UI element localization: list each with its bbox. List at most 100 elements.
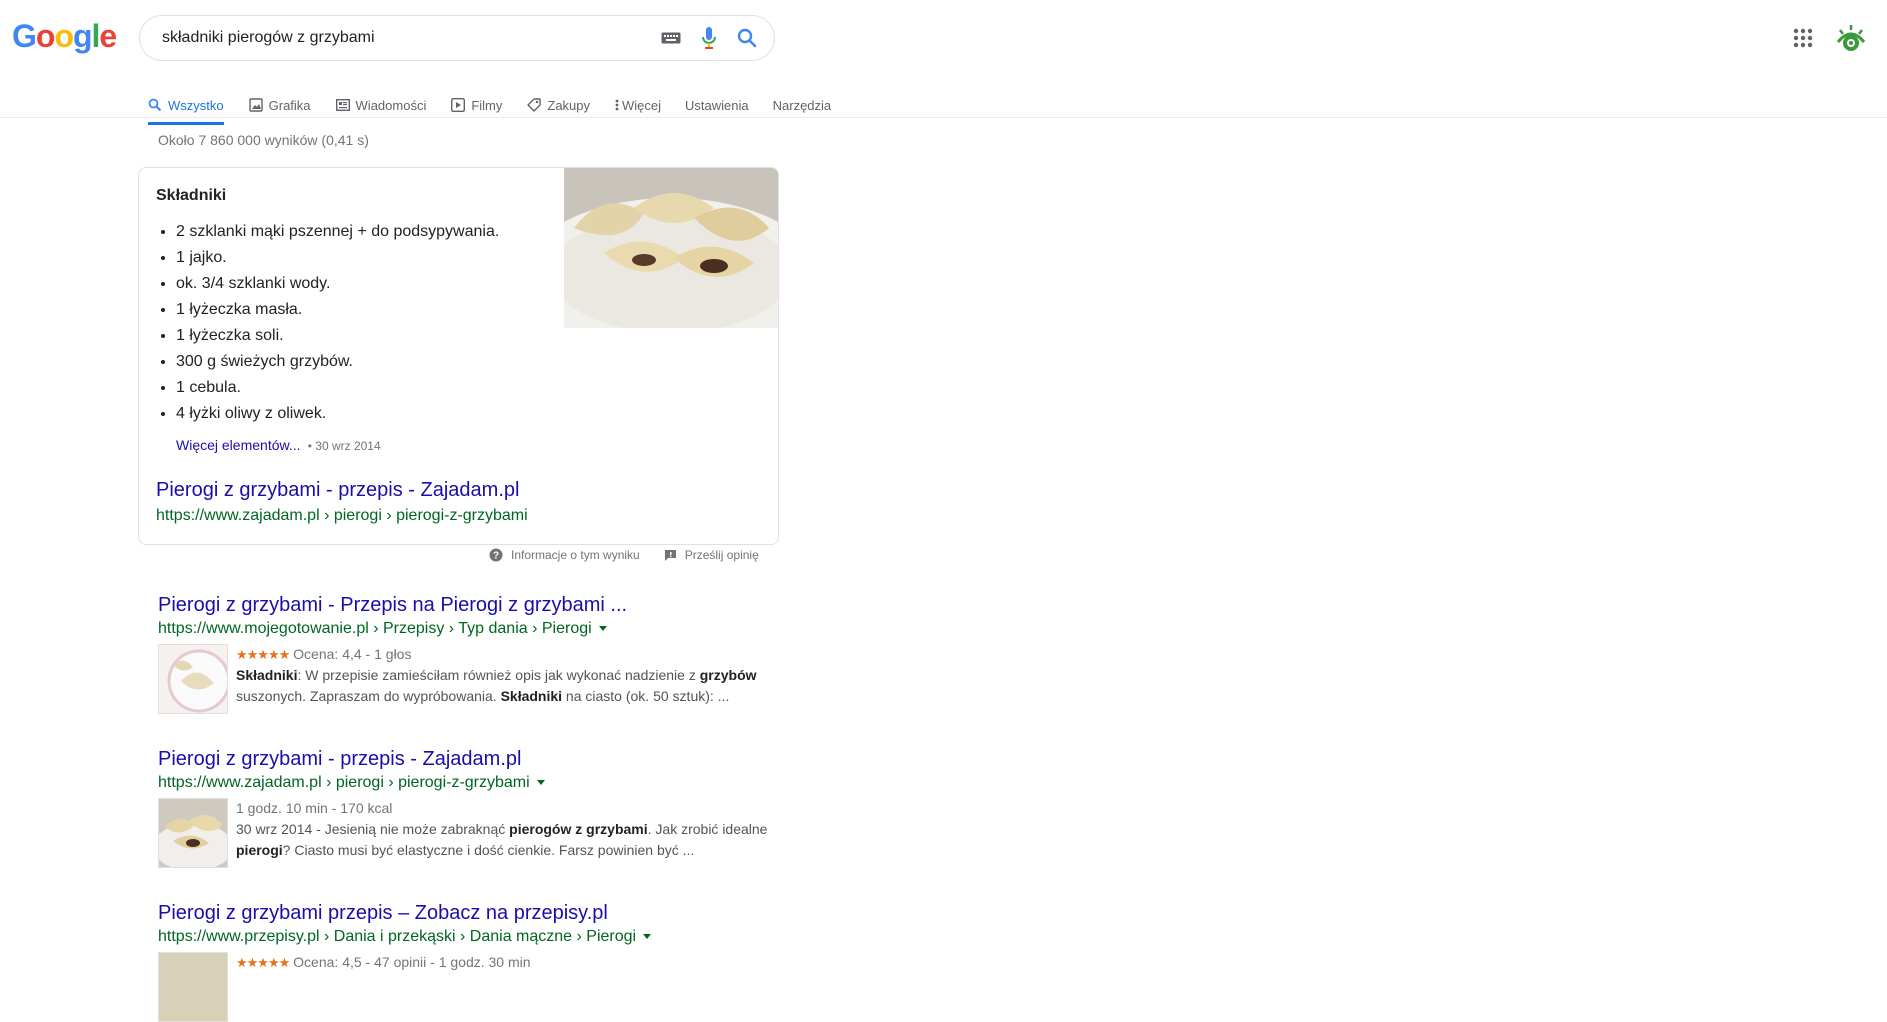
featured-result-url: https://www.zajadam.pl › pierogi › piero… bbox=[156, 507, 528, 524]
featured-title: Składniki bbox=[156, 187, 227, 204]
result-text: 1 godz. 10 min - 170 kcal 30 wrz 2014 - … bbox=[236, 798, 768, 868]
account-avatar[interactable] bbox=[1834, 22, 1868, 56]
svg-text:?: ? bbox=[493, 551, 499, 562]
snippet-bold: Składniki bbox=[500, 688, 563, 704]
result-stats: Około 7 860 000 wyników (0,41 s) bbox=[158, 132, 369, 148]
tab-settings[interactable]: Ustawienia bbox=[685, 86, 749, 124]
microphone-icon[interactable] bbox=[690, 19, 728, 57]
tab-label: Wiadomości bbox=[355, 97, 427, 113]
tab-label: Zakupy bbox=[547, 97, 591, 113]
rating-stars-icon: ★★★★★ bbox=[236, 647, 290, 662]
about-result-button[interactable]: ? Informacje o tym wyniku bbox=[489, 548, 640, 562]
result-url: https://www.zajadam.pl › pierogi › piero… bbox=[158, 772, 768, 794]
tab-tools[interactable]: Narzędzia bbox=[773, 86, 832, 124]
tab-label: Ustawienia bbox=[685, 97, 749, 113]
result-thumbnail[interactable] bbox=[158, 952, 228, 1022]
search-icon[interactable] bbox=[728, 19, 766, 57]
tab-label: Grafika bbox=[268, 97, 311, 113]
rating-text: Ocena: 4,5 - 47 opinii - 1 godz. 30 min bbox=[293, 954, 531, 970]
result-title-link[interactable]: Pierogi z grzybami przepis – Zobacz na p… bbox=[158, 900, 768, 926]
ingredients-list: 2 szklanki mąki pszennej + do podsypywan… bbox=[156, 219, 499, 427]
list-item: 1 cebula. bbox=[176, 375, 499, 401]
image-icon bbox=[248, 98, 263, 112]
snippet-text: . Jak zrobić idealne bbox=[647, 821, 768, 837]
result-text: ★★★★★ Ocena: 4,4 - 1 głos Składniki: W p… bbox=[236, 644, 768, 714]
news-icon bbox=[335, 99, 350, 111]
list-item: 2 szklanki mąki pszennej + do podsypywan… bbox=[176, 219, 499, 245]
search-input[interactable] bbox=[160, 28, 652, 48]
result-thumbnail[interactable] bbox=[158, 644, 231, 714]
logo-letter: e bbox=[99, 18, 117, 54]
result-text: ★★★★★ Ocena: 4,5 - 47 opinii - 1 godz. 3… bbox=[236, 952, 531, 1022]
logo-letter: o bbox=[35, 18, 56, 54]
tab-shopping[interactable]: Zakupy bbox=[527, 86, 590, 124]
keyboard-icon[interactable] bbox=[652, 19, 690, 57]
snippet-text: ? Ciasto musi być elastyczne i dość cien… bbox=[282, 842, 695, 858]
result-url-text: https://www.mojegotowanie.pl › Przepisy … bbox=[158, 620, 592, 637]
tab-label: Wszystko bbox=[168, 97, 224, 113]
result-url: https://www.mojegotowanie.pl › Przepisy … bbox=[158, 618, 768, 640]
tab-label: Narzędzia bbox=[772, 97, 832, 113]
dropdown-caret-icon[interactable] bbox=[643, 934, 652, 940]
list-item: 4 łyżki oliwy z oliwek. bbox=[176, 401, 499, 427]
featured-result-link[interactable]: Pierogi z grzybami - przepis - Zajadam.p… bbox=[156, 479, 519, 502]
search-result: Pierogi z grzybami przepis – Zobacz na p… bbox=[158, 900, 768, 1022]
logo-letter: g bbox=[72, 18, 93, 54]
logo-letter: G bbox=[12, 18, 37, 54]
result-body: 1 godz. 10 min - 170 kcal 30 wrz 2014 - … bbox=[153, 798, 768, 871]
search-result: Pierogi z grzybami - Przepis na Pierogi … bbox=[158, 592, 768, 714]
featured-date: 30 wrz 2014 bbox=[315, 439, 381, 453]
tab-label: Filmy bbox=[471, 97, 503, 113]
send-feedback-button[interactable]: Prześlij opinię bbox=[664, 548, 759, 562]
snippet-bold: pierogi bbox=[236, 842, 283, 858]
about-result-label: Informacje o tym wyniku bbox=[511, 548, 640, 562]
featured-date-row: • 30 wrz 2014 bbox=[304, 439, 381, 453]
google-logo[interactable]: Google bbox=[12, 18, 117, 55]
list-item: 1 łyżeczka masła. bbox=[176, 297, 499, 323]
result-url-text: https://www.przepisy.pl › Dania i przeką… bbox=[158, 928, 637, 945]
more-items-link[interactable]: Więcej elementów... bbox=[176, 437, 301, 453]
feedback-icon bbox=[664, 549, 676, 561]
result-title-link[interactable]: Pierogi z grzybami - Przepis na Pierogi … bbox=[158, 592, 768, 618]
result-snippet: 30 wrz 2014 - Jesienią nie może zabrakną… bbox=[236, 819, 768, 861]
list-item: 300 g świeżych grzybów. bbox=[176, 349, 499, 375]
pierogi-image[interactable] bbox=[521, 168, 778, 358]
dropdown-caret-icon[interactable] bbox=[598, 626, 607, 632]
search-icon bbox=[148, 98, 162, 112]
more-vert-icon bbox=[615, 99, 619, 111]
search-result: Pierogi z grzybami - przepis - Zajadam.p… bbox=[153, 746, 768, 871]
snippet-text: na ciasto (ok. 50 sztuk): ... bbox=[562, 688, 730, 704]
tag-icon bbox=[527, 98, 542, 112]
tab-videos[interactable]: Filmy bbox=[451, 86, 502, 124]
result-thumbnail[interactable] bbox=[153, 798, 233, 871]
feedback-row: ? Informacje o tym wyniku Prześlij opini… bbox=[489, 548, 759, 562]
dropdown-caret-icon[interactable] bbox=[536, 780, 545, 786]
search-box bbox=[139, 15, 775, 61]
apps-grid-icon[interactable] bbox=[1793, 28, 1813, 48]
result-url-text: https://www.zajadam.pl › pierogi › piero… bbox=[158, 774, 530, 791]
list-item: ok. 3/4 szklanki wody. bbox=[176, 271, 499, 297]
tab-label: Więcej bbox=[622, 97, 662, 113]
snippet-bold: Składniki bbox=[236, 667, 298, 683]
snippet-text: : W przepisie zamieściłam również opis j… bbox=[297, 667, 700, 683]
tab-images[interactable]: Grafika bbox=[248, 86, 311, 124]
more-items-row: Więcej elementów... • 30 wrz 2014 bbox=[176, 437, 381, 453]
snippet-text: 30 wrz 2014 - Jesienią nie może zabrakną… bbox=[236, 821, 510, 837]
result-snippet: Składniki: W przepisie zamieściłam równi… bbox=[236, 665, 768, 707]
featured-snippet: Składniki 2 szklanki mąki pszennej + do … bbox=[138, 167, 779, 545]
tab-news[interactable]: Wiadomości bbox=[335, 86, 427, 124]
tab-all[interactable]: Wszystko bbox=[148, 86, 224, 125]
tabs-divider bbox=[0, 117, 1887, 118]
result-meta: 1 godz. 10 min - 170 kcal bbox=[236, 800, 393, 816]
result-title-link[interactable]: Pierogi z grzybami - przepis - Zajadam.p… bbox=[158, 746, 768, 772]
search-tabs: Wszystko Grafika Wiadomości Filmy Zakupy… bbox=[148, 78, 855, 125]
list-item: 1 łyżeczka soli. bbox=[176, 323, 499, 349]
tab-more[interactable]: Więcej bbox=[615, 86, 661, 124]
result-rating: ★★★★★ Ocena: 4,5 - 47 opinii - 1 godz. 3… bbox=[236, 952, 531, 973]
snippet-bold: grzybów bbox=[699, 667, 757, 683]
snippet-bold: pierogów z grzybami bbox=[509, 821, 648, 837]
result-url: https://www.przepisy.pl › Dania i przeką… bbox=[158, 926, 768, 948]
rating-text: Ocena: 4,4 - 1 głos bbox=[293, 646, 412, 662]
result-body: ★★★★★ Ocena: 4,5 - 47 opinii - 1 godz. 3… bbox=[158, 952, 768, 1022]
result-rating: ★★★★★ Ocena: 4,4 - 1 głos bbox=[236, 644, 768, 665]
